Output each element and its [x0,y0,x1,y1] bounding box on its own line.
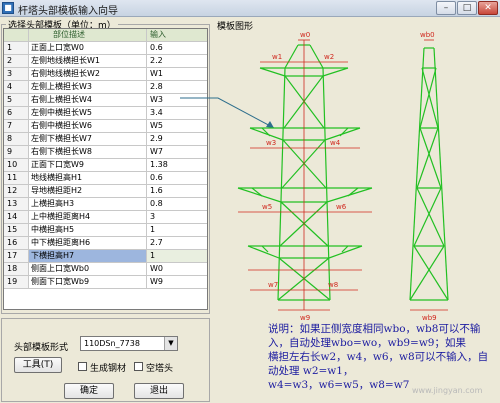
dimension-labels: w0 w1 w2 w3 w4 w5 w6 w7 w8 w9 wb0 wb9 [262,31,437,322]
note-line-2: 入，自动处理wbo=wo，wb9=w9；如果 [268,337,466,349]
note-line-4: 动处理 w2=w1， [268,365,354,377]
label-w6: w6 [336,203,347,211]
label-wb0: wb0 [420,31,435,39]
label-w4: w4 [330,139,341,147]
side-tower [409,47,449,301]
label-w0: w0 [300,31,310,39]
label-w8: w8 [328,281,338,289]
label-w2: w2 [324,53,334,61]
drawing-note: 说明：如果正侧宽度相同wbo，wb8可以不输 入，自动处理wbo=wo，wb9=… [268,322,494,392]
label-wb9: wb9 [422,314,437,322]
label-w5: w5 [262,203,272,211]
front-tower [237,44,373,301]
wizard-window: ■ 杆塔头部模板输入向导 – □ ✕ 选择头部模板（单位：m） 部位描述 输入 … [0,0,500,403]
watermark: www.jingyan.com [412,386,483,395]
label-w1: w1 [272,53,282,61]
label-w9: w9 [300,314,310,322]
label-w3: w3 [266,139,276,147]
note-line-1: 说明：如果正侧宽度相同wbo，wb8可以不输 [268,323,481,335]
note-line-3: 横担左右长w2，w4，w6，w8可以不输入，自 [268,351,489,363]
pointer-arrow [180,97,275,129]
label-w7: w7 [268,281,278,289]
